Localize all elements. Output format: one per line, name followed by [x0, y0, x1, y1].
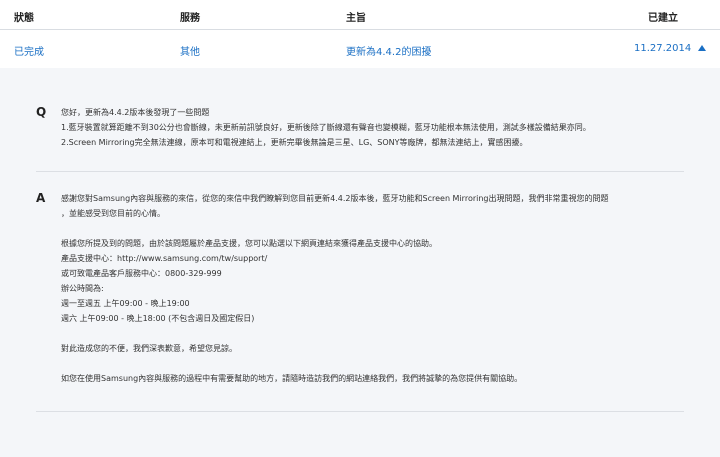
row-created: 11.27.2014: [634, 43, 692, 54]
answer-line: 週六 上午09:00 - 晚上18:00 (不包含週日及國定假日): [61, 314, 255, 323]
divider: [36, 411, 684, 412]
answer-line: 對此造成您的不便，我們深表歉意，希望您見諒。: [61, 344, 237, 353]
question-line: 您好，更新為4.4.2版本後發現了一些問題: [61, 108, 210, 117]
row-subject[interactable]: 更新為4.4.2的困擾: [346, 43, 431, 58]
answer-line: 根據您所提及到的問題，由於該問題屬於產品支援，您可以點選以下網頁連結來獲得產品支…: [61, 239, 437, 248]
table-row[interactable]: 已完成 其他 更新為4.4.2的困擾 11.27.2014: [0, 30, 720, 68]
header-status: 狀態: [14, 13, 34, 24]
answer-line: 或可致電產品客戶服務中心：0800-329-999: [61, 269, 222, 278]
divider: [36, 171, 684, 172]
question-line: 1.藍牙裝置就算距離不到30公分也會斷線，未更新前訊號良好，更新後除了斷線還有聲…: [61, 123, 591, 132]
answer-line: 辦公時間為:: [61, 284, 104, 293]
answer-line: 產品支援中心：http://www.samsung.com/tw/support…: [61, 254, 268, 263]
header-subject: 主旨: [346, 13, 366, 24]
answer-label: A: [36, 191, 46, 205]
row-service: 其他: [180, 47, 200, 58]
question-line: 2.Screen Mirroring完全無法連線，原本可和電視連結上，更新完畢後…: [61, 138, 528, 147]
answer-line: 感謝您對Samsung內容與服務的來信，從您的來信中我們瞭解到您目前更新4.4.…: [61, 194, 609, 203]
answer-line: 如您在使用Samsung內容與服務的過程中有需要幫助的地方，請隨時造訪我們的網站…: [61, 374, 523, 383]
header-created: 已建立: [648, 13, 678, 24]
answer-text: 感謝您對Samsung內容與服務的來信，從您的來信中我們瞭解到您目前更新4.4.…: [61, 191, 681, 386]
question-label: Q: [36, 105, 47, 119]
question-text: 您好，更新為4.4.2版本後發現了一些問題 1.藍牙裝置就算距離不到30公分也會斷…: [61, 105, 681, 150]
detail-panel: Q 您好，更新為4.4.2版本後發現了一些問題 1.藍牙裝置就算距離不到30公分也…: [0, 68, 720, 457]
answer-line: 週一至週五 上午09:00 - 晚上19:00: [61, 299, 190, 308]
row-status: 已完成: [14, 47, 44, 58]
collapse-arrow-icon[interactable]: [698, 45, 706, 51]
answer-line: ，並能感受到您目前的心情。: [61, 209, 165, 218]
table-header: 狀態 服務 主旨 已建立: [0, 0, 720, 30]
header-service: 服務: [180, 13, 200, 24]
